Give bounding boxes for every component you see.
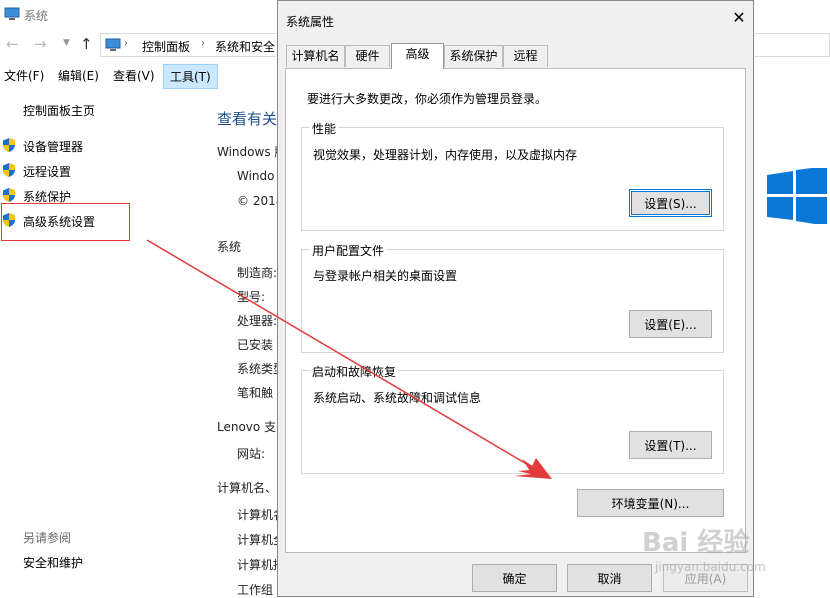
user-profile-label: 用户配置文件 — [310, 242, 387, 259]
menu-bar: 文件(F) 编辑(E) 查看(V) 工具(T) — [0, 64, 276, 89]
breadcrumb-item-control-panel[interactable]: 控制面板 — [142, 38, 190, 55]
system-field-label: 制造商: — [237, 266, 278, 280]
startup-recovery-label: 启动和故障恢复 — [310, 363, 399, 380]
user-profile-group: 用户配置文件 与登录帐户相关的桌面设置 设置(E)... — [301, 242, 724, 353]
annotation-highlight-box — [1, 203, 130, 241]
system-field-label: 笔和触 — [237, 386, 274, 400]
admin-note: 要进行大多数更改，你必须作为管理员登录。 — [307, 92, 548, 106]
breadcrumb[interactable]: › 控制面板 › 系统和安全 — [100, 33, 276, 57]
back-arrow-icon[interactable]: ← — [6, 35, 19, 53]
shield-icon — [3, 138, 15, 152]
user-profile-settings-button[interactable]: 设置(E)... — [629, 310, 712, 338]
performance-label: 性能 — [310, 120, 339, 137]
startup-recovery-group: 启动和故障恢复 系统启动、系统故障和调试信息 设置(T)... — [301, 363, 724, 474]
control-panel-icon — [105, 38, 121, 51]
sidebar-item-device-manager[interactable]: 设备管理器 — [23, 138, 83, 155]
sidebar-item-security-maintenance[interactable]: 安全和维护 — [23, 554, 83, 571]
advanced-tab-panel: 要进行大多数更改，你必须作为管理员登录。 性能 视觉效果，处理器计划，内存使用，… — [285, 68, 746, 553]
bg-window-title: 系统 — [24, 9, 49, 23]
menu-tools[interactable]: 工具(T) — [163, 64, 218, 89]
website-label: 网站: — [237, 447, 266, 461]
performance-group: 性能 视觉效果，处理器计划，内存使用，以及虚拟内存 设置(S)... — [301, 120, 724, 231]
sidebar-home-link[interactable]: 控制面板主页 — [23, 102, 95, 119]
windows-edition-heading: Windows 版 — [217, 145, 287, 159]
environment-variables-button[interactable]: 环境变量(N)... — [577, 489, 724, 517]
menu-edit[interactable]: 编辑(E) — [58, 67, 99, 84]
chevron-down-icon[interactable]: ▼ — [63, 38, 70, 48]
sidebar-item-remote-settings[interactable]: 远程设置 — [23, 163, 71, 180]
tab-advanced[interactable]: 高级 — [391, 43, 444, 69]
breadcrumb-item-system-security[interactable]: 系统和安全 — [215, 38, 275, 55]
page-title: 查看有关 — [217, 110, 278, 128]
system-field-label: 处理器: — [237, 314, 278, 328]
dialog-title: 系统属性 — [286, 15, 335, 29]
address-bar-right — [754, 33, 830, 57]
computer-field-label: 工作组 — [237, 583, 274, 597]
windows-name: Windo — [237, 169, 275, 183]
system-field-label: 型号: — [237, 290, 266, 304]
see-also-heading: 另请参阅 — [23, 531, 72, 545]
startup-recovery-settings-button[interactable]: 设置(T)... — [629, 431, 712, 459]
watermark-url: jingyan.baidu.com — [655, 560, 766, 574]
menu-view[interactable]: 查看(V) — [113, 67, 155, 84]
shield-icon — [3, 163, 15, 177]
computer-icon — [4, 7, 20, 20]
windows-logo-icon — [767, 168, 827, 224]
system-properties-dialog: 系统属性 ✕ 计算机名 硬件 高级 系统保护 远程 要进行大多数更改，你必须作为… — [277, 0, 754, 597]
startup-recovery-description: 系统启动、系统故障和调试信息 — [313, 391, 482, 405]
ok-button[interactable]: 确定 — [472, 564, 557, 592]
user-profile-description: 与登录帐户相关的桌面设置 — [313, 269, 458, 283]
shield-icon — [3, 188, 15, 202]
performance-description: 视觉效果，处理器计划，内存使用，以及虚拟内存 — [313, 148, 578, 162]
system-section-heading: 系统 — [217, 240, 242, 254]
up-arrow-icon[interactable]: ↑ — [80, 35, 93, 53]
breadcrumb-separator-icon: › — [201, 38, 205, 49]
watermark-brand: Bai 经验 — [642, 528, 750, 558]
system-field-label: 已安装 — [237, 338, 274, 352]
tab-computer-name[interactable]: 计算机名 — [286, 45, 345, 67]
performance-settings-button[interactable]: 设置(S)... — [629, 189, 712, 217]
tab-hardware[interactable]: 硬件 — [345, 45, 390, 67]
lenovo-section-heading: Lenovo 支 — [217, 420, 277, 434]
menu-file[interactable]: 文件(F) — [4, 67, 44, 84]
cancel-button[interactable]: 取消 — [567, 564, 652, 592]
computer-section-heading: 计算机名、 — [217, 481, 278, 495]
tab-remote[interactable]: 远程 — [503, 45, 548, 67]
tab-system-protection[interactable]: 系统保护 — [444, 45, 503, 67]
forward-arrow-icon[interactable]: → — [34, 35, 47, 53]
close-icon[interactable]: ✕ — [730, 9, 748, 27]
breadcrumb-separator-icon: › — [124, 38, 128, 49]
